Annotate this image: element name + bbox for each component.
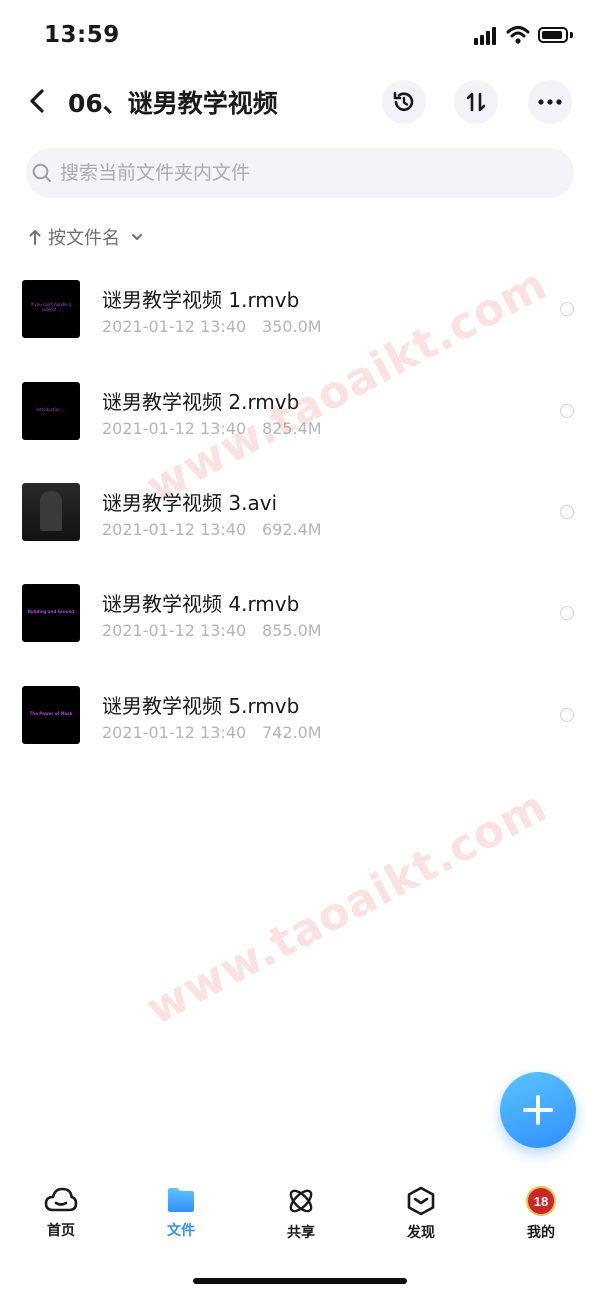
video-thumbnail: Introduction ... (22, 382, 80, 440)
file-date: 2021-01-12 13:40 (102, 520, 247, 539)
atom-icon (289, 1189, 313, 1213)
file-row[interactable]: Building and Ground 谜男教学视频 4.rmvb 2021-0… (0, 562, 600, 664)
tab-home[interactable]: 首页 (21, 1186, 101, 1246)
file-size: 742.0M (262, 723, 322, 742)
video-thumbnail (22, 483, 80, 541)
thumbnail-caption: Introduction ... (36, 407, 66, 412)
file-size: 350.0M (262, 317, 322, 336)
page-title: 06、谜男教学视频 (68, 89, 278, 118)
thumbnail-caption: If you can't handle a subject... (30, 302, 72, 312)
battery-cap (570, 32, 573, 38)
select-radio[interactable] (560, 505, 574, 519)
chevron-down-icon (132, 234, 142, 240)
search-input[interactable] (60, 160, 540, 186)
file-size: 692.4M (262, 520, 322, 539)
avatar: 18 (526, 1186, 556, 1216)
file-name: 谜男教学视频 1.rmvb (102, 288, 300, 312)
avatar-badge-text: 18 (533, 1193, 549, 1209)
cellular-signal-icon (474, 27, 498, 45)
sort-toggle-button[interactable] (454, 80, 498, 124)
add-button[interactable] (500, 1072, 576, 1148)
sort-arrows-icon (466, 92, 486, 112)
thumbnail-figure (40, 491, 62, 531)
wifi-icon (506, 26, 530, 44)
watermark: www.taoaikt.com (138, 780, 556, 1036)
select-radio[interactable] (560, 606, 574, 620)
select-radio[interactable] (560, 302, 574, 316)
sort-selector[interactable]: 按文件名 (28, 224, 144, 250)
more-dots-icon (538, 99, 562, 105)
history-icon (393, 91, 414, 111)
battery-icon (538, 27, 568, 43)
thumbnail-caption: Building and Ground (27, 609, 75, 614)
file-date: 2021-01-12 13:40 (102, 723, 247, 742)
tab-share[interactable]: 共享 (261, 1186, 341, 1246)
select-radio[interactable] (560, 708, 574, 722)
file-size: 855.0M (262, 621, 322, 640)
home-indicator (193, 1278, 407, 1284)
arrow-up-icon (29, 230, 41, 245)
tab-profile[interactable]: 18 我的 (501, 1186, 581, 1246)
tab-share-label: 共享 (287, 1225, 315, 1241)
status-time: 13:59 (44, 22, 120, 48)
folder-icon (168, 1188, 194, 1212)
file-name: 谜男教学视频 5.rmvb (102, 694, 300, 718)
cube-icon (407, 1186, 435, 1216)
file-row[interactable]: 谜男教学视频 3.avi 2021-01-12 13:40 692.4M (0, 461, 600, 563)
tab-home-label: 首页 (47, 1223, 75, 1239)
tab-discover[interactable]: 发现 (381, 1186, 461, 1246)
thumbnail-caption: The Power of Mask (29, 711, 73, 716)
select-radio[interactable] (560, 404, 574, 418)
video-thumbnail: Building and Ground (22, 584, 80, 642)
tab-files[interactable]: 文件 (141, 1186, 221, 1246)
video-thumbnail: If you can't handle a subject... (22, 280, 80, 338)
tab-discover-label: 发现 (407, 1225, 435, 1241)
search-icon (32, 163, 51, 182)
plus-icon (523, 1095, 553, 1125)
more-button[interactable] (528, 80, 572, 124)
file-name: 谜男教学视频 4.rmvb (102, 592, 300, 616)
video-thumbnail: The Power of Mask (22, 686, 80, 744)
file-date: 2021-01-12 13:40 (102, 621, 247, 640)
sort-label: 按文件名 (48, 228, 120, 249)
cloud-icon (44, 1187, 78, 1212)
file-row[interactable]: The Power of Mask 谜男教学视频 5.rmvb 2021-01-… (0, 664, 600, 766)
file-date: 2021-01-12 13:40 (102, 317, 247, 336)
back-arrow-icon[interactable] (26, 88, 48, 114)
tab-files-label: 文件 (167, 1223, 195, 1239)
tab-profile-label: 我的 (527, 1225, 555, 1241)
history-button[interactable] (382, 80, 426, 124)
